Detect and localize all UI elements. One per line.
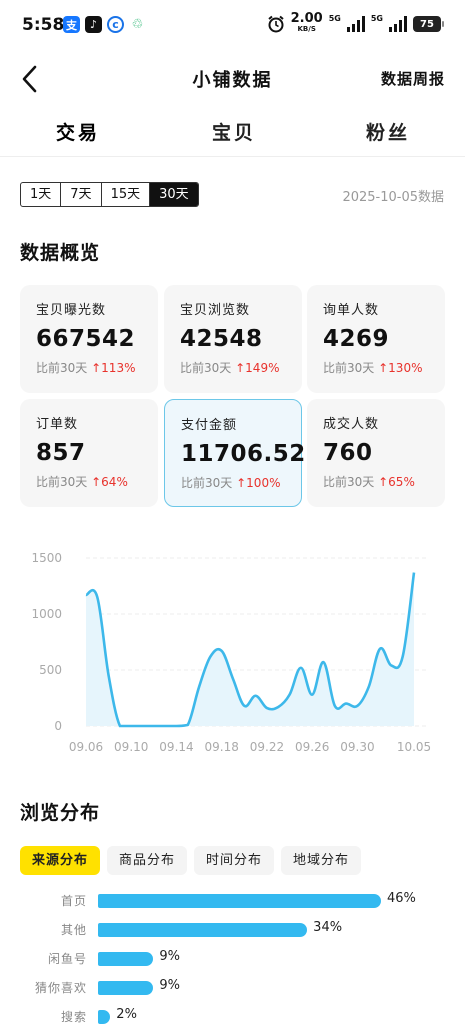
range-7d[interactable]: 7天 <box>61 183 102 206</box>
card-compare: 比前30天 ↑113% <box>36 361 136 375</box>
bar-percent: 2% <box>116 1007 137 1022</box>
metric-card-exposure[interactable]: 宝贝曝光数 667542 比前30天 ↑113% <box>20 285 158 393</box>
arrow-up-icon: ↑ <box>91 361 102 375</box>
card-label: 订单数 <box>36 417 79 432</box>
bar-label: 猜你喜欢 <box>34 981 87 995</box>
card-value: 4269 <box>323 326 390 352</box>
card-value: 760 <box>323 440 373 466</box>
tab-region-distribution[interactable]: 地域分布 <box>281 846 362 875</box>
y-axis-labels: 0 500 1000 1500 <box>31 551 62 733</box>
main-tabs: 交易 宝贝 粉丝 <box>0 112 465 152</box>
bar-label: 搜索 <box>60 1010 87 1024</box>
notification-icons: 支 ♪ c ♲ <box>63 16 146 33</box>
bar-percent: 9% <box>159 949 180 964</box>
bar <box>98 952 154 966</box>
alipay-icon: 支 <box>63 16 80 33</box>
status-right: 2.00 KB/S 5G 5G 75 <box>267 11 444 34</box>
tab-divider <box>0 156 465 157</box>
bar-row: 闲鱼号 9% <box>0 949 465 969</box>
tab-items[interactable]: 宝贝 <box>212 118 256 145</box>
browser-icon: c <box>107 16 124 33</box>
card-compare: 比前30天 ↑65% <box>323 475 415 489</box>
net-type-1: 5G <box>328 14 341 23</box>
data-date-label: 2025-10-05数据 <box>342 190 444 205</box>
range-selector: 1天 7天 15天 30天 <box>20 182 199 207</box>
leaf-icon: ♲ <box>129 16 146 33</box>
net-type-2: 5G <box>370 14 383 23</box>
weekly-report-link[interactable]: 数据周报 <box>381 68 445 89</box>
y-tick-label: 1000 <box>31 607 62 621</box>
card-label: 成交人数 <box>323 417 380 432</box>
card-compare: 比前30天 ↑149% <box>180 361 280 375</box>
nav-header: 小铺数据 数据周报 <box>0 56 465 100</box>
metric-card-buyers[interactable]: 成交人数 760 比前30天 ↑65% <box>307 399 445 507</box>
card-compare: 比前30天 ↑100% <box>181 476 281 490</box>
x-axis-labels: 09.06 09.10 09.14 09.18 09.22 09.26 09.30 10.05 <box>69 740 431 754</box>
bar-row: 首页 46% <box>0 891 465 911</box>
overview-title: 数据概览 <box>20 242 101 264</box>
signal-icon-2 <box>389 16 407 32</box>
metric-card-orders[interactable]: 订单数 857 比前30天 ↑64% <box>20 399 158 507</box>
card-label: 支付金额 <box>181 418 238 433</box>
bar <box>98 981 154 995</box>
bar <box>98 1010 111 1024</box>
tab-time-distribution[interactable]: 时间分布 <box>194 846 275 875</box>
range-1d[interactable]: 1天 <box>21 183 62 206</box>
bar-label: 闲鱼号 <box>47 952 87 966</box>
status-time: 5:58 <box>22 15 65 35</box>
x-tick-label: 09.22 <box>250 740 284 754</box>
network-speed: 2.00 KB/S <box>290 11 323 33</box>
tab-trade[interactable]: 交易 <box>53 118 103 145</box>
bar <box>98 923 308 937</box>
arrow-up-icon: ↑ <box>378 361 389 375</box>
bar-label: 首页 <box>60 894 87 908</box>
x-tick-label: 09.30 <box>340 740 374 754</box>
status-bar: 5:58 支 ♪ c ♲ 2.00 KB/S 5G 5G 75 <box>0 0 465 48</box>
arrow-up-icon: ↑ <box>236 476 247 490</box>
arrow-up-icon: ↑ <box>91 475 102 489</box>
bar-label: 其他 <box>60 923 87 937</box>
x-tick-label: 09.06 <box>69 740 103 754</box>
battery-icon: 75 <box>413 16 444 32</box>
x-tick-label: 10.05 <box>397 740 431 754</box>
card-label: 询单人数 <box>323 303 380 318</box>
range-30d[interactable]: 30天 <box>150 183 198 206</box>
bar-percent: 46% <box>387 891 416 906</box>
bar-row: 搜索 2% <box>0 1007 465 1024</box>
y-tick-label: 0 <box>54 719 62 733</box>
card-value: 667542 <box>36 326 136 352</box>
metric-card-payment[interactable]: 支付金额 11706.52 比前30天 ↑100% <box>164 399 306 507</box>
arrow-up-icon: ↑ <box>378 475 389 489</box>
metric-card-views[interactable]: 宝贝浏览数 42548 比前30天 ↑149% <box>164 285 302 393</box>
arrow-up-icon: ↑ <box>235 361 246 375</box>
x-tick-label: 09.14 <box>159 740 193 754</box>
x-tick-label: 09.10 <box>114 740 148 754</box>
bar <box>98 894 381 908</box>
signal-icon <box>346 16 365 32</box>
tiktok-icon: ♪ <box>85 16 102 33</box>
card-label: 宝贝浏览数 <box>180 303 251 318</box>
bar-percent: 9% <box>159 978 180 993</box>
bar-row: 猜你喜欢 9% <box>0 978 465 998</box>
tab-fans[interactable]: 粉丝 <box>366 118 410 145</box>
y-tick-label: 1500 <box>31 551 62 565</box>
y-tick-label: 500 <box>39 663 62 677</box>
bar-percent: 34% <box>313 920 343 935</box>
bar-row: 其他 34% <box>0 920 465 940</box>
payment-trend-chart[interactable]: 050010001500 09.06 09.10 09.14 09.18 09.22 09… <box>0 540 465 760</box>
card-compare: 比前30天 ↑130% <box>323 361 423 375</box>
tab-product-distribution[interactable]: 商品分布 <box>107 846 188 875</box>
alarm-icon <box>268 15 284 33</box>
tab-source-distribution[interactable]: 来源分布 <box>20 846 101 875</box>
x-tick-label: 09.18 <box>205 740 239 754</box>
x-tick-label: 09.26 <box>295 740 329 754</box>
card-label: 宝贝曝光数 <box>36 303 107 318</box>
card-value: 11706.52 <box>181 441 306 467</box>
card-compare: 比前30天 ↑64% <box>36 475 128 489</box>
browse-title: 浏览分布 <box>20 802 101 824</box>
metric-card-inquiries[interactable]: 询单人数 4269 比前30天 ↑130% <box>307 285 445 393</box>
card-value: 857 <box>36 440 86 466</box>
range-15d[interactable]: 15天 <box>102 183 151 206</box>
card-value: 42548 <box>180 326 263 352</box>
